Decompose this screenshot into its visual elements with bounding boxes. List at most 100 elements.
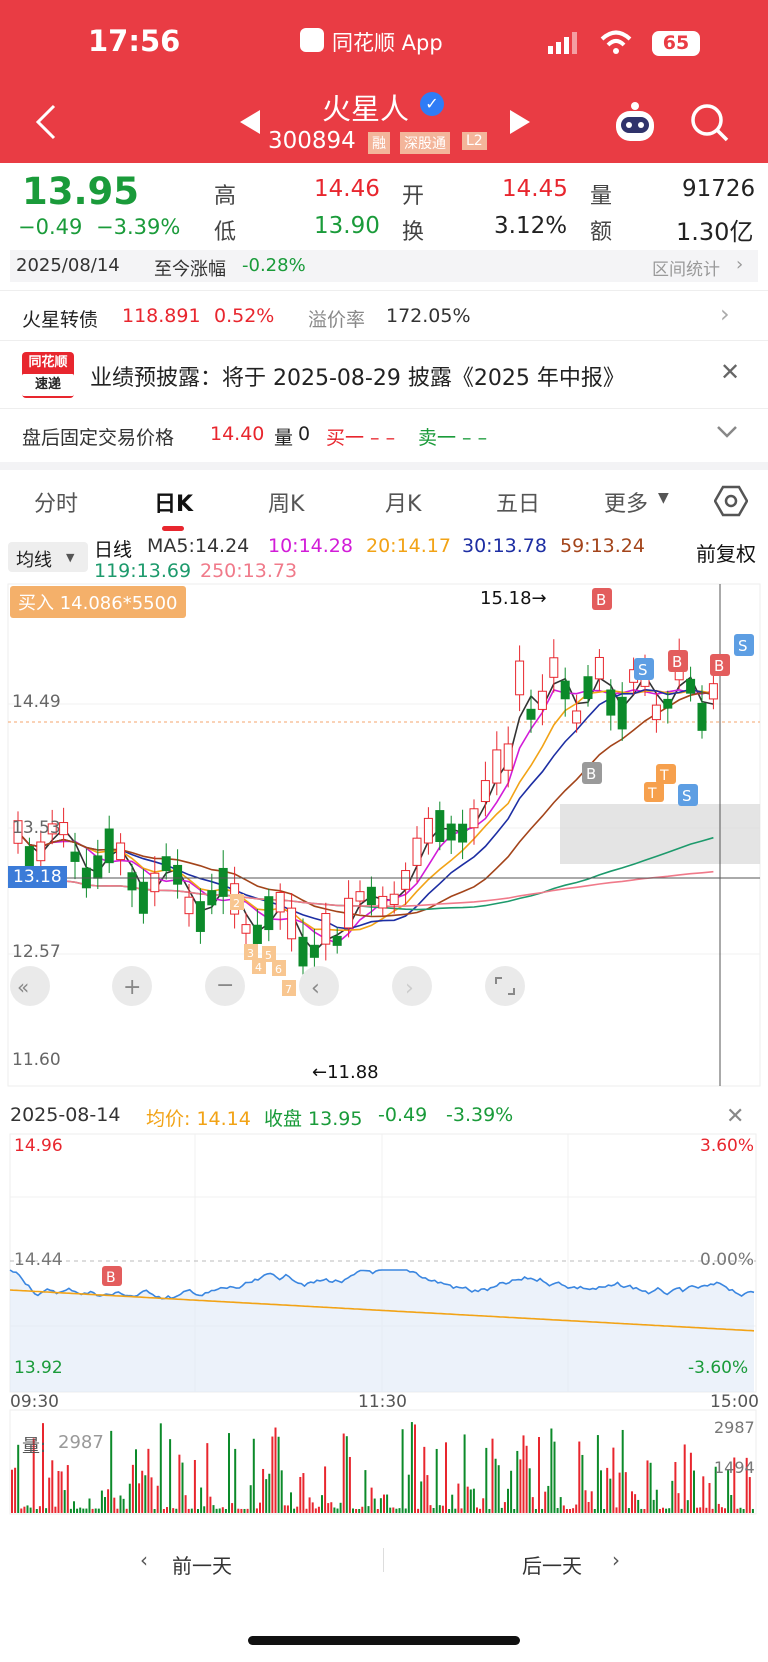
volume-bar [562, 1505, 565, 1513]
app-label: 同花顺 App [332, 31, 443, 55]
intraday-change-pct: -3.39% [446, 1104, 514, 1126]
adjust-mode[interactable]: 前复权 [696, 538, 756, 567]
intraday-change: -0.49 [378, 1104, 428, 1126]
volume-bar [122, 1498, 125, 1513]
volume-bar [423, 1446, 426, 1513]
volume-bar [652, 1499, 655, 1513]
volume-bar [125, 1508, 128, 1513]
volume-bar [314, 1508, 317, 1513]
tag-margin: 融 [368, 132, 390, 154]
volume-bar [432, 1507, 435, 1513]
tab-five-day[interactable]: 五日 [496, 486, 540, 518]
volume-bar [748, 1477, 751, 1513]
tab-intraday[interactable]: 分时 [34, 486, 78, 518]
volume-bar [370, 1487, 373, 1513]
prev-day-button[interactable]: 前一天 [172, 1550, 232, 1579]
sell-marker-text: S [638, 661, 648, 679]
after-hours-vol: 0 [298, 423, 311, 445]
volume-bar [175, 1508, 178, 1513]
range-stats-link[interactable]: 区间统计 [652, 255, 720, 280]
candle [150, 872, 160, 893]
notice-close-icon[interactable]: ✕ [720, 358, 740, 386]
candle [435, 810, 445, 842]
volume-bar [634, 1494, 637, 1513]
volume-bar [243, 1508, 246, 1513]
candle [355, 891, 365, 902]
volume-bar [358, 1508, 361, 1513]
volume-bar [221, 1507, 224, 1513]
volume-bar [104, 1497, 106, 1513]
volume-bar [398, 1508, 401, 1513]
next-day-icon[interactable]: › [612, 1548, 620, 1572]
volume-label: 量 [590, 184, 613, 209]
candle [594, 656, 604, 680]
volume-bar [671, 1480, 674, 1513]
volume-bar [547, 1485, 550, 1513]
volume-bar [627, 1508, 630, 1513]
candle [560, 680, 570, 700]
prev-stock-icon[interactable] [240, 110, 260, 138]
svg-text:4: 4 [255, 961, 262, 974]
volume-bar [110, 1430, 113, 1513]
volume-bar [516, 1450, 519, 1513]
active-tab-indicator [162, 526, 184, 531]
chart-controls[interactable]: « + − ‹ › [10, 966, 525, 1006]
t-marker-text: T [647, 786, 657, 802]
volume-bar [156, 1485, 159, 1513]
prev-day-icon[interactable]: ‹ [140, 1548, 148, 1572]
candle [492, 749, 502, 784]
volume-bar [451, 1494, 454, 1513]
tab-daily-k[interactable]: 日K [154, 486, 193, 518]
volume-bar [88, 1498, 91, 1513]
volume-bar [497, 1465, 500, 1513]
volume-bar [172, 1508, 175, 1513]
next-day-button[interactable]: 后一天 [522, 1550, 582, 1579]
settings-hex-icon[interactable] [713, 484, 749, 522]
low-label: 低 [214, 220, 237, 245]
intraday-area [10, 1270, 754, 1392]
candle [264, 896, 274, 931]
volume-bar [683, 1444, 686, 1513]
volume-bar [330, 1502, 333, 1513]
volume-bar [550, 1428, 553, 1513]
intraday-top-price: 14.96 [14, 1136, 63, 1156]
bond-chevron-icon[interactable]: › [720, 300, 730, 328]
svg-text:6: 6 [275, 963, 282, 976]
next-stock-icon[interactable] [510, 110, 530, 138]
volume-bar [45, 1508, 48, 1513]
robot-icon[interactable] [612, 100, 658, 150]
volume-bar [466, 1486, 469, 1513]
volume-bar [162, 1508, 165, 1513]
after-hours-price: 14.40 [210, 423, 265, 445]
notice-text[interactable]: 业绩预披露：将于 2025-08-29 披露《2025 年中报》 [90, 360, 625, 392]
volume-bar [469, 1489, 472, 1513]
ma250-label: 250:13.73 [200, 560, 298, 582]
volume-bar [386, 1494, 389, 1513]
back-icon[interactable] [34, 102, 58, 146]
tab-weekly-k[interactable]: 周K [268, 486, 304, 518]
intraday-chart[interactable]: B [0, 1130, 768, 1530]
expand-chevron-icon[interactable] [716, 424, 738, 443]
volume-bar [228, 1433, 230, 1513]
volume-bar [342, 1433, 345, 1513]
volume-bar [538, 1437, 540, 1513]
volume-bar [463, 1434, 466, 1513]
buy-badge: 买入 14.086*5500 [10, 586, 186, 618]
volume-bar [76, 1508, 79, 1513]
volume-bar [327, 1503, 330, 1513]
candle [309, 944, 319, 958]
sell-marker-text: S [682, 787, 692, 805]
volume-bar [352, 1508, 354, 1513]
intraday-close-icon[interactable]: ✕ [726, 1104, 744, 1129]
volume-bar [119, 1495, 122, 1513]
search-icon[interactable] [690, 103, 730, 147]
tab-monthly-k[interactable]: 月K [385, 486, 421, 518]
tab-more[interactable]: 更多 [604, 486, 648, 518]
volume-bar [479, 1508, 482, 1513]
kline-chart[interactable]: B S B B S B S T T 2 3 4 5 6 7 « + − ‹ › [0, 582, 768, 1090]
volume-bar [522, 1435, 525, 1513]
volume-bar [510, 1470, 513, 1513]
range-stats-bar[interactable] [10, 250, 758, 282]
volume-bar [711, 1508, 714, 1513]
volume-bar [649, 1462, 652, 1513]
